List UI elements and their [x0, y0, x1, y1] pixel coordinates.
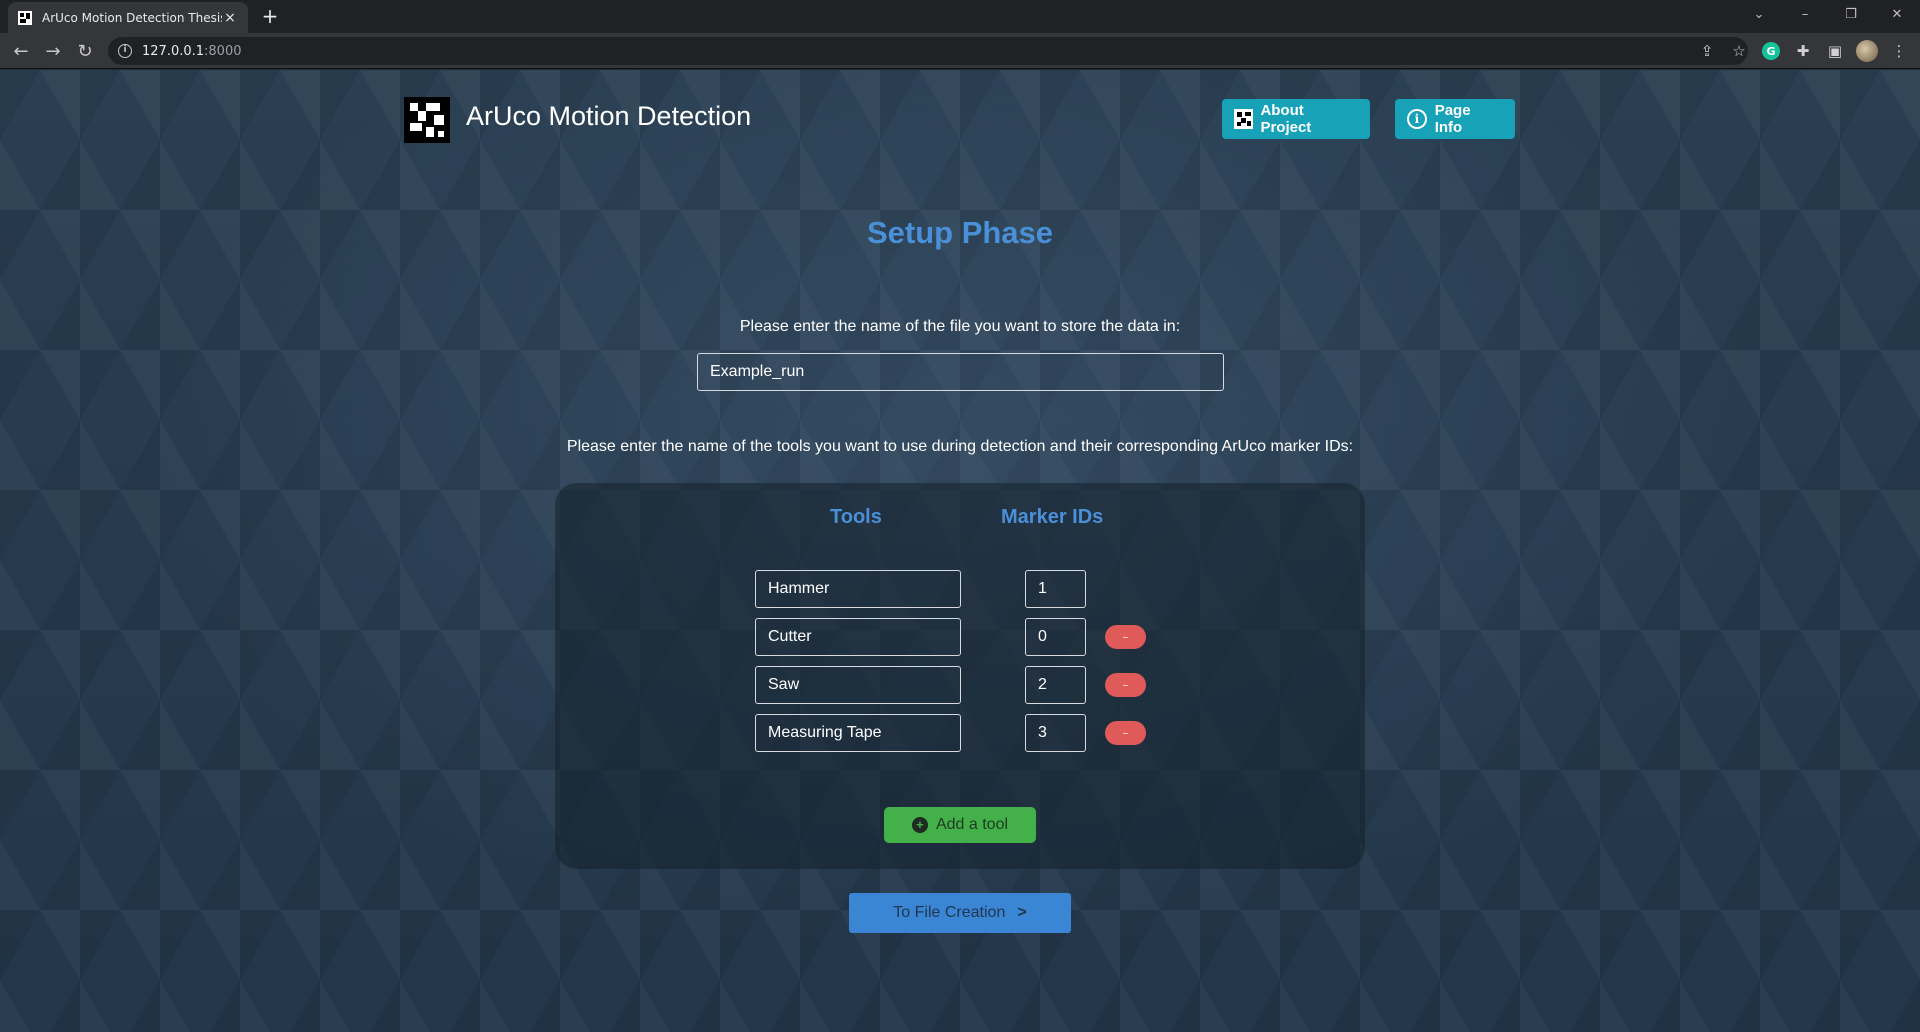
back-icon[interactable]: ←: [4, 33, 38, 69]
site-info-icon[interactable]: i: [118, 44, 132, 58]
browser-tab[interactable]: ArUco Motion Detection Thesis ×: [8, 2, 248, 33]
grammarly-extension-icon[interactable]: G: [1760, 40, 1782, 62]
profile-avatar[interactable]: [1856, 40, 1878, 62]
file-prompt: Please enter the name of the file you wa…: [739, 318, 1181, 335]
share-icon[interactable]: ⇪: [1696, 40, 1718, 62]
marker-id-input[interactable]: [1025, 666, 1086, 704]
tool-name-input[interactable]: [755, 618, 961, 656]
marker-id-input[interactable]: [1025, 570, 1086, 608]
grammarly-badge: G: [1762, 42, 1780, 60]
new-tab-button[interactable]: +: [256, 5, 284, 29]
marker-id-input[interactable]: [1025, 714, 1086, 752]
url-text: 127.0.0.1:8000: [142, 44, 242, 59]
window-controls: ⌄ – ❐ ✕: [1736, 0, 1920, 28]
chevron-right-icon: >: [1017, 904, 1027, 921]
avatar: [1856, 40, 1878, 62]
tool-name-input[interactable]: [755, 666, 961, 704]
extensions-puzzle-icon[interactable]: ✚: [1792, 40, 1814, 62]
remove-tool-button[interactable]: –: [1105, 625, 1146, 649]
aruco-logo-icon: [404, 97, 450, 143]
minimize-button[interactable]: –: [1782, 0, 1828, 28]
brand-title: ArUco Motion Detection: [466, 100, 752, 131]
page-info-label: Page Info: [1434, 102, 1471, 136]
address-bar[interactable]: i 127.0.0.1:8000: [108, 37, 1748, 65]
restore-button[interactable]: ❐: [1828, 0, 1874, 28]
tool-row: –: [555, 714, 1365, 752]
add-tool-button[interactable]: + Add a tool: [884, 807, 1036, 843]
url-port: :8000: [204, 43, 242, 59]
url-host: 127.0.0.1: [142, 43, 205, 59]
reload-icon[interactable]: ↻: [68, 33, 102, 69]
to-file-creation-button[interactable]: To File Creation >: [849, 893, 1071, 933]
aruco-marker-icon: [1234, 109, 1254, 129]
brand[interactable]: ArUco Motion Detection: [404, 97, 751, 143]
tool-row: –: [555, 666, 1365, 704]
remove-tool-button[interactable]: –: [1105, 721, 1146, 745]
page-info-button[interactable]: i Page Info: [1395, 99, 1515, 139]
info-icon: i: [1407, 109, 1427, 129]
tab-title: ArUco Motion Detection Thesis: [42, 10, 222, 25]
about-project-button[interactable]: About Project: [1222, 99, 1370, 139]
close-window-button[interactable]: ✕: [1874, 0, 1920, 28]
page-title: Setup Phase: [866, 215, 1054, 250]
tab-close-icon[interactable]: ×: [222, 10, 238, 26]
to-file-creation-label: To File Creation: [893, 904, 1006, 921]
page-content: ArUco Motion Detection About Project i P…: [0, 70, 1920, 1032]
about-project-label: About Project: [1260, 102, 1312, 136]
toolbar-icons: ⇪ ☆ G ✚ ▣ ⋮: [1696, 33, 1910, 69]
forward-icon[interactable]: →: [36, 33, 70, 69]
tool-row: –: [555, 618, 1365, 656]
browser-tabbar: ArUco Motion Detection Thesis × + ⌄ – ❐ …: [0, 0, 1920, 33]
more-menu-icon[interactable]: ⋮: [1888, 40, 1910, 62]
tool-name-input[interactable]: [755, 570, 961, 608]
tools-prompt: Please enter the name of the tools you w…: [566, 438, 1354, 455]
side-panel-icon[interactable]: ▣: [1824, 40, 1846, 62]
tool-row: [555, 570, 1365, 608]
aruco-favicon-icon: [18, 10, 32, 25]
tab-search-icon[interactable]: ⌄: [1736, 0, 1782, 28]
tools-column-header: Tools: [830, 506, 882, 528]
bookmark-star-icon[interactable]: ☆: [1728, 40, 1750, 62]
tool-name-input[interactable]: [755, 714, 961, 752]
tools-panel: Tools Marker IDs – – – + Add a tool: [555, 483, 1365, 869]
remove-tool-button[interactable]: –: [1105, 673, 1146, 697]
add-tool-label: Add a tool: [935, 816, 1009, 833]
marker-ids-column-header: Marker IDs: [1001, 506, 1104, 528]
plus-circle-icon: +: [911, 817, 928, 833]
marker-id-input[interactable]: [1025, 618, 1086, 656]
file-name-input[interactable]: [697, 353, 1224, 391]
browser-toolbar: ← → ↻ i 127.0.0.1:8000 ⇪ ☆ G ✚ ▣ ⋮: [0, 33, 1920, 69]
